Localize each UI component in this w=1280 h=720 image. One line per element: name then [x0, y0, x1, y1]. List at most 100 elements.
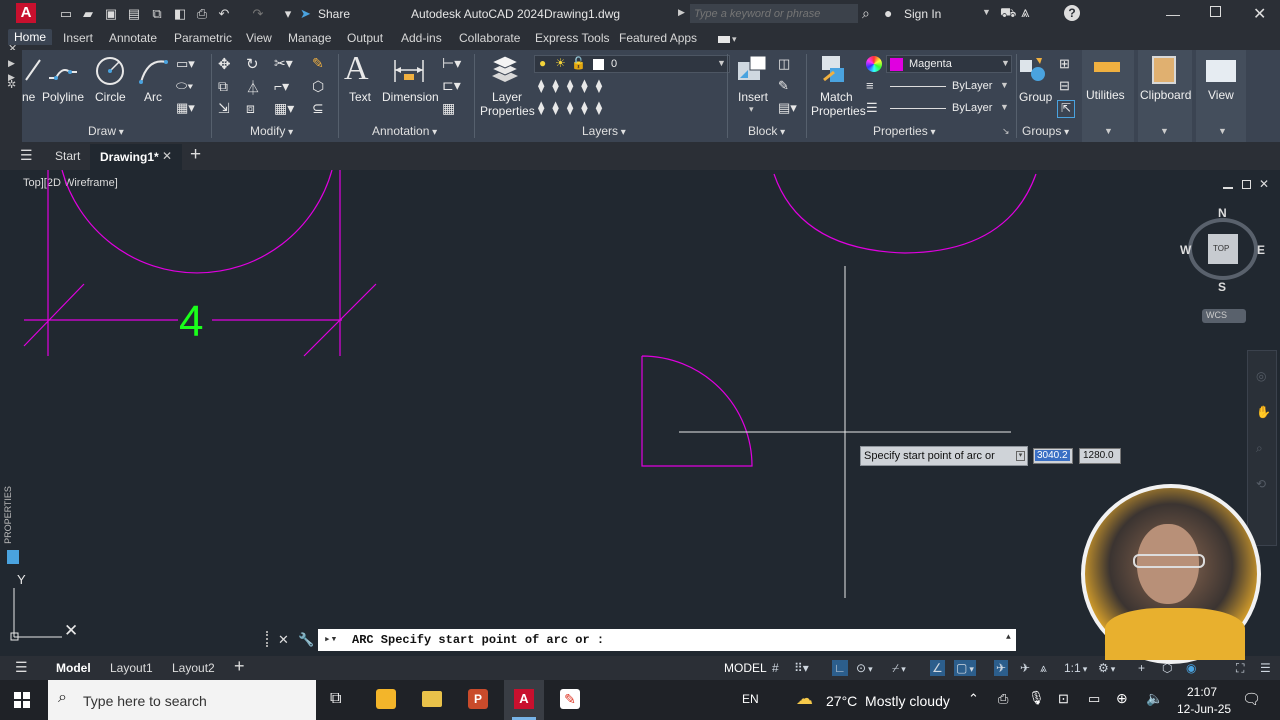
view-panel[interactable]: View ▼ [1196, 50, 1246, 142]
arc-icon[interactable] [138, 56, 170, 86]
circle-icon[interactable] [94, 55, 126, 87]
color-wheel-icon[interactable] [866, 56, 882, 72]
object-snap-tracking-icon[interactable]: ∠ [930, 660, 945, 676]
block-attribute-icon[interactable]: ▤▾ [778, 100, 797, 116]
chevron-down-icon[interactable]: ▼ [1000, 80, 1009, 90]
zoom-icon[interactable]: ⌕ [1256, 441, 1263, 456]
autocad-taskbar-button[interactable]: A [504, 680, 544, 720]
share-button[interactable]: Share [318, 7, 350, 21]
sign-in-button[interactable]: Sign In [904, 7, 941, 21]
properties-palette-label[interactable]: PROPERTIES [3, 486, 13, 544]
navigation-bar[interactable]: ◎ ✋ ⌕ ⟲ [1247, 350, 1277, 546]
coord-x-input[interactable]: 3040.2 [1033, 448, 1073, 464]
redo-icon[interactable]: ↷ [250, 6, 266, 22]
polar-tracking-icon[interactable]: ⊙ [856, 660, 873, 676]
group-select-icon[interactable]: ⇱ [1057, 100, 1075, 118]
linetype-dropdown[interactable]: ByLayer ▼ [886, 78, 1012, 96]
create-block-icon[interactable]: ◫ [778, 56, 790, 72]
command-line-grip[interactable] [266, 631, 272, 647]
linetype-icon[interactable]: ≡ [866, 78, 874, 93]
acrobat-icon[interactable]: ✎ [560, 689, 580, 709]
layer-on-icon[interactable]: ● [539, 56, 546, 70]
viewcube[interactable]: N S W E TOP [1180, 206, 1266, 296]
steering-wheel-icon[interactable]: ◎ [1256, 369, 1266, 383]
panel-settings-icon[interactable]: ✲ [7, 78, 16, 91]
store-icon[interactable] [376, 689, 396, 709]
panel-pin-icon[interactable]: ▶ [8, 58, 15, 69]
match-properties-label-1[interactable]: Match [820, 90, 853, 104]
object-snap-icon[interactable]: ▢ [954, 660, 976, 676]
coord-y-input[interactable]: 1280.0 [1079, 448, 1121, 464]
screen-record-icon[interactable]: ⊡ [1058, 691, 1069, 707]
ribbon-options-icon[interactable]: ▾ [732, 34, 737, 45]
viewcube-north[interactable]: N [1218, 206, 1227, 220]
tab-close-icon[interactable]: ✕ [162, 149, 172, 163]
dimension-text[interactable]: 4 [179, 297, 203, 347]
utilities-panel[interactable]: Utilities ▼ [1082, 50, 1134, 142]
undo-icon[interactable]: ↶ [216, 6, 232, 22]
table-icon[interactable]: ⊏▾ [442, 77, 461, 94]
annotation-visibility-icon[interactable]: ✈ [994, 660, 1009, 676]
coord-x-value[interactable]: 3040.2 [1035, 450, 1070, 461]
isometric-icon[interactable]: ⌿ [892, 660, 906, 676]
layer-tools-row2-icon[interactable]: ⧫⧫⧫⧫⧫ [538, 100, 610, 116]
tab-model[interactable]: Model [56, 661, 91, 675]
tab-manage[interactable]: Manage [288, 31, 331, 45]
plot-icon[interactable]: ⎙ [194, 6, 210, 22]
coord-y-value[interactable]: 1280.0 [1083, 450, 1114, 461]
insert-dropdown-icon[interactable]: ▾ [749, 104, 754, 115]
taskbar-search-placeholder[interactable]: Type here to search [83, 693, 207, 709]
close-icon[interactable]: ✕ [1253, 4, 1266, 24]
command-line-close-icon[interactable]: ✕ [278, 632, 289, 648]
properties-palette-strip[interactable]: PROPERTIES [3, 476, 21, 570]
tray-expand-icon[interactable]: ⌃ [968, 691, 979, 707]
polyline-icon[interactable] [46, 56, 80, 86]
clipboard-panel[interactable]: Clipboard ▼ [1138, 50, 1192, 142]
save-to-web-icon[interactable]: ⧉ [149, 6, 165, 22]
line-icon[interactable] [24, 56, 44, 84]
language-indicator[interactable]: EN [742, 692, 759, 706]
properties-launcher-icon[interactable]: ↘ [1002, 126, 1010, 137]
new-layout-icon[interactable]: + [234, 656, 245, 677]
command-line-text[interactable]: ARC Specify start point of arc or : [352, 633, 604, 647]
erase-icon[interactable]: ✎ [312, 55, 324, 72]
customization-menu-icon[interactable]: ☰ [1260, 660, 1271, 676]
tab-output[interactable]: Output [347, 31, 383, 45]
plus-icon[interactable]: + [1138, 660, 1145, 676]
lineweight-dropdown[interactable]: ByLayer ▼ [886, 100, 1012, 118]
scale-icon[interactable]: ⧈ [246, 100, 255, 117]
task-view-icon[interactable]: ⧉ [330, 690, 341, 708]
explode-icon[interactable]: ⬡ [312, 78, 324, 95]
match-properties-label-2[interactable]: Properties [811, 104, 866, 118]
microphone-icon[interactable]: 🎙 [1028, 690, 1045, 706]
group-icon[interactable] [1018, 56, 1048, 84]
cart-icon[interactable]: ⛟ [1000, 5, 1016, 23]
clock-time[interactable]: 21:07 [1187, 685, 1217, 699]
layer-properties-icon[interactable] [488, 54, 522, 86]
group-button-label[interactable]: Group [1019, 90, 1052, 104]
chevron-down-icon[interactable]: ▼ [1218, 126, 1227, 136]
snap-icon[interactable]: ⠿▾ [794, 660, 809, 676]
tooltip-options-icon[interactable]: ▾ [1016, 451, 1025, 461]
tab-home[interactable]: Home [8, 29, 53, 45]
stretch-icon[interactable]: ⇲ [218, 100, 230, 117]
layer-dropdown[interactable]: ● ☀ 🔓 0 ▼ [534, 55, 730, 73]
tab-view[interactable]: View [246, 31, 272, 45]
annotation-scale-value[interactable]: 1:1 [1064, 660, 1087, 676]
tab-add-ins[interactable]: Add-ins [401, 31, 442, 45]
chevron-down-icon[interactable]: ▼ [1160, 126, 1169, 136]
autocad-logo-icon[interactable]: A [16, 3, 36, 23]
insert-block-icon[interactable] [736, 54, 768, 86]
network-icon[interactable]: ⊕ [1116, 690, 1128, 707]
command-line-customize-icon[interactable]: 🔧 [298, 632, 314, 648]
chevron-down-icon[interactable]: ▼ [717, 58, 726, 68]
lineweight-icon[interactable]: ☰ [866, 100, 878, 116]
properties-panel-label[interactable]: Properties [873, 124, 936, 138]
help-search-input[interactable] [690, 4, 858, 23]
rectangle-icon[interactable]: ▭▾ [176, 56, 195, 72]
edit-block-icon[interactable]: ✎ [778, 78, 789, 94]
hatch-icon[interactable]: ⬭▾ [176, 78, 193, 94]
grid-icon[interactable]: # [772, 660, 779, 676]
viewcube-top-face[interactable]: TOP [1208, 234, 1238, 264]
save-as-icon[interactable]: ▤ [126, 6, 142, 22]
